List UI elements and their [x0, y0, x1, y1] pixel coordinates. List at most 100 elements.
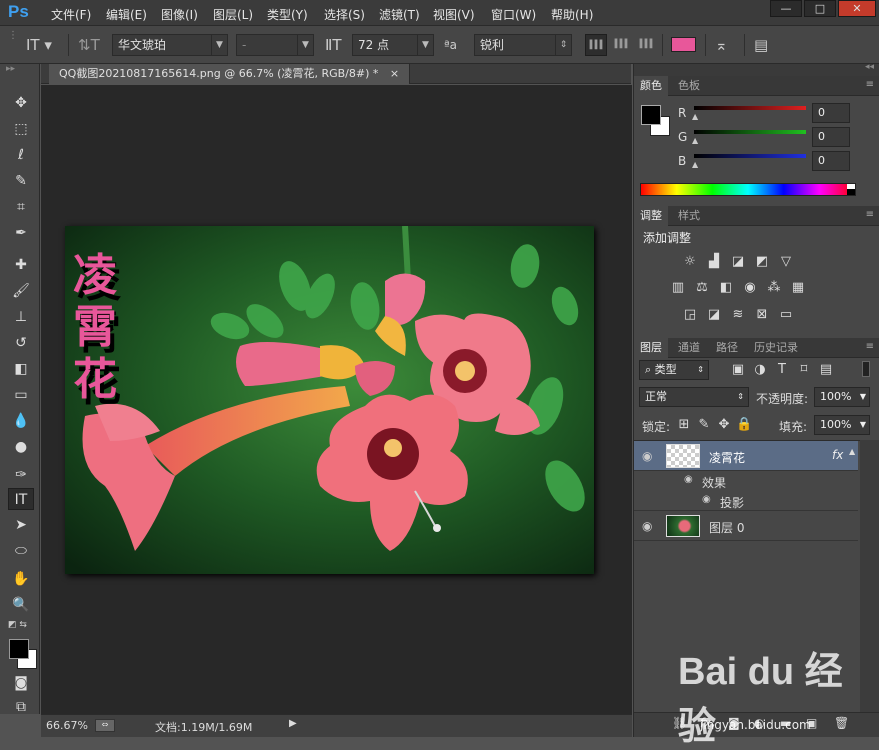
toolbox-collapse-icon[interactable]: ▸▸: [6, 64, 15, 74]
tab-layers[interactable]: 图层: [634, 338, 668, 358]
dodge-tool-icon[interactable]: ●: [8, 436, 34, 458]
color-spectrum[interactable]: [640, 183, 856, 196]
eraser-tool-icon[interactable]: ◧: [8, 358, 34, 380]
stamp-tool-icon[interactable]: ⊥: [8, 306, 34, 328]
visibility-eye-icon[interactable]: ◉: [642, 449, 652, 463]
menu-type[interactable]: 类型(Y): [267, 6, 308, 23]
visibility-eye-icon[interactable]: ◉: [702, 494, 711, 505]
channel-b-input[interactable]: 0: [812, 151, 850, 171]
history-brush-tool-icon[interactable]: ↺: [8, 332, 34, 354]
status-menu-arrow-icon[interactable]: ▶: [289, 718, 297, 729]
fx-icon[interactable]: fx: [832, 448, 843, 462]
antialias-select[interactable]: 锐利 ⇕: [474, 34, 572, 56]
move-tool-icon[interactable]: ✥: [8, 92, 34, 114]
text-tool-preset-icon[interactable]: ⅠT ▾: [26, 36, 52, 54]
expand-effects-icon[interactable]: ▲: [849, 447, 855, 456]
slider-thumb-icon[interactable]: ▲: [692, 160, 698, 169]
gradient-tool-icon[interactable]: ▭: [8, 384, 34, 406]
ellipse-tool-icon[interactable]: ⬭: [8, 540, 34, 562]
marquee-tool-icon[interactable]: ⬚: [8, 118, 34, 140]
document-image[interactable]: 凌 凌 霄 霄 花 花: [65, 226, 594, 574]
layer-filter-select[interactable]: ⌕ 类型 ⇕: [639, 360, 709, 380]
gradient-map-icon[interactable]: ▭: [778, 307, 794, 323]
layer-row-photo[interactable]: ◉ 图层 0: [634, 511, 858, 541]
brush-tool-icon[interactable]: 🖌: [8, 280, 34, 302]
posterize-icon[interactable]: ◪: [706, 307, 722, 323]
menu-view[interactable]: 视图(V): [433, 6, 475, 23]
color-balance-icon[interactable]: ⚖: [694, 280, 710, 296]
font-size-select[interactable]: 72 点 ▼: [352, 34, 434, 56]
filter-smart-icon[interactable]: ▤: [818, 362, 834, 378]
zoom-level[interactable]: 66.67%: [46, 719, 88, 732]
effect-drop-shadow-row[interactable]: ◉ 投影: [634, 491, 858, 511]
crop-tool-icon[interactable]: ⌗: [8, 196, 34, 218]
canvas-area[interactable]: 凌 凌 霄 霄 花 花: [41, 85, 632, 714]
slider-thumb-icon[interactable]: ▲: [692, 112, 698, 121]
slider-thumb-icon[interactable]: ▲: [692, 136, 698, 145]
menu-layer[interactable]: 图层(L): [213, 6, 253, 23]
opacity-input[interactable]: 100% ▼: [814, 387, 870, 407]
channel-b-slider[interactable]: [694, 154, 806, 158]
tab-history[interactable]: 历史记录: [748, 338, 804, 358]
channel-g-input[interactable]: 0: [812, 127, 850, 147]
tab-channels[interactable]: 通道: [672, 338, 706, 358]
blur-tool-icon[interactable]: 💧: [8, 410, 34, 432]
layer-row-text[interactable]: ◉ 凌霄花 fx ▲: [634, 441, 858, 471]
channel-r-input[interactable]: 0: [812, 103, 850, 123]
quick-select-tool-icon[interactable]: ✎: [8, 170, 34, 192]
brightness-icon[interactable]: ☼: [682, 254, 698, 270]
text-color-swatch[interactable]: [671, 37, 696, 52]
character-panel-icon[interactable]: ▤: [754, 36, 768, 54]
levels-icon[interactable]: ▟: [706, 254, 722, 270]
font-style-select[interactable]: - ▼: [236, 34, 314, 56]
foreground-color-swatch[interactable]: [9, 639, 29, 659]
menu-help[interactable]: 帮助(H): [551, 6, 593, 23]
align-center-icon[interactable]: ‖‖‖: [610, 34, 632, 56]
pen-tool-icon[interactable]: ✑: [8, 464, 34, 486]
hand-tool-icon[interactable]: ✋: [8, 568, 34, 590]
invert-icon[interactable]: ◲: [682, 307, 698, 323]
filter-shape-icon[interactable]: ⌑: [796, 362, 812, 378]
default-colors-icon[interactable]: ◩ ⇆: [8, 620, 27, 630]
close-button[interactable]: ✕: [838, 0, 876, 17]
selective-color-icon[interactable]: ⊠: [754, 307, 770, 323]
filter-type-icon[interactable]: T: [774, 362, 790, 378]
zoom-tool-icon[interactable]: 🔍: [8, 594, 34, 616]
hue-saturation-icon[interactable]: ▥: [670, 280, 686, 296]
visibility-eye-icon[interactable]: ◉: [642, 519, 652, 533]
maximize-button[interactable]: □: [804, 0, 836, 17]
type-tool-icon[interactable]: ⅠT: [8, 488, 34, 510]
curves-icon[interactable]: ◪: [730, 254, 746, 270]
threshold-icon[interactable]: ≋: [730, 307, 746, 323]
screen-mode-icon[interactable]: ⧉: [8, 696, 34, 718]
align-left-icon[interactable]: ‖‖‖: [585, 34, 607, 56]
document-tab[interactable]: QQ截图20210817165614.png @ 66.7% (凌霄花, RGB…: [49, 64, 411, 84]
tab-adjustments[interactable]: 调整: [634, 206, 668, 226]
exposure-icon[interactable]: ◩: [754, 254, 770, 270]
font-family-select[interactable]: 华文琥珀 ▼: [112, 34, 228, 56]
fill-input[interactable]: 100% ▼: [814, 415, 870, 435]
channel-r-slider[interactable]: [694, 106, 806, 110]
vibrance-icon[interactable]: ▽: [778, 254, 794, 270]
dock-collapse-icon[interactable]: ◂◂: [865, 62, 874, 72]
panel-menu-icon[interactable]: ≡: [866, 79, 874, 90]
lock-all-icon[interactable]: 🔒: [736, 417, 752, 433]
eyedropper-tool-icon[interactable]: ✒: [8, 222, 34, 244]
panel-menu-icon[interactable]: ≡: [866, 209, 874, 220]
menu-filter[interactable]: 滤镜(T): [379, 6, 420, 23]
color-fg-swatch[interactable]: [641, 105, 661, 125]
lock-transparent-icon[interactable]: ⊞: [676, 417, 692, 433]
status-preview-icon[interactable]: ⇔: [95, 719, 115, 732]
photo-filter-icon[interactable]: ◉: [742, 280, 758, 296]
align-right-icon[interactable]: ‖‖‖: [635, 34, 657, 56]
blend-mode-select[interactable]: 正常 ⇕: [639, 387, 749, 407]
color-lookup-icon[interactable]: ▦: [790, 280, 806, 296]
tab-color[interactable]: 颜色: [634, 76, 668, 96]
panel-menu-icon[interactable]: ≡: [866, 341, 874, 352]
close-tab-icon[interactable]: ×: [390, 67, 399, 80]
filter-pixel-icon[interactable]: ▣: [730, 362, 746, 378]
healing-brush-tool-icon[interactable]: ✚: [8, 254, 34, 276]
tab-styles[interactable]: 样式: [672, 206, 706, 226]
path-select-tool-icon[interactable]: ➤: [8, 514, 34, 536]
visibility-eye-icon[interactable]: ◉: [684, 474, 693, 485]
